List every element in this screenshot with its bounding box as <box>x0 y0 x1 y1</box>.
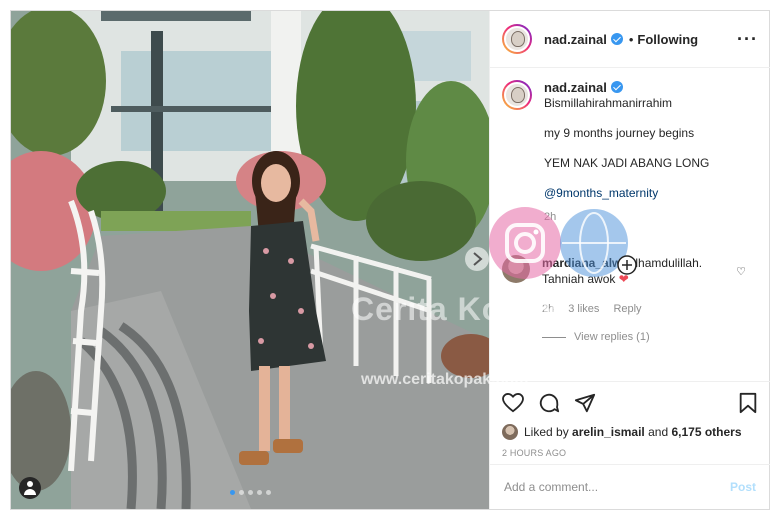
comment-time[interactable]: 2h <box>542 301 554 317</box>
carousel-dot <box>238 490 244 495</box>
instagram-post-modal: nad.zainal • Following ··· nad.zainal Bi… <box>10 10 770 510</box>
share-icon[interactable] <box>574 392 596 414</box>
caption-line: my 9 months journey begins <box>544 126 695 140</box>
comments-section[interactable]: nad.zainal Bismillahirahmanirrahim my 9 … <box>490 68 770 370</box>
caption: nad.zainal Bismillahirahmanirrahim my 9 … <box>502 80 756 225</box>
likes-count[interactable]: 6,175 others <box>671 425 741 439</box>
liked-by-and: and <box>648 425 669 439</box>
add-comment-bar: Post <box>490 464 770 509</box>
separator-dot: • <box>628 31 634 47</box>
post-side-panel: nad.zainal • Following ··· nad.zainal Bi… <box>489 11 770 509</box>
like-heart-icon[interactable] <box>502 393 524 413</box>
replies-divider <box>542 336 566 338</box>
comment-item: mardiana_alwi Alhamdulillah. Tahniah awo… <box>502 255 756 317</box>
comment-likes[interactable]: 3 likes <box>568 301 599 317</box>
more-options-icon[interactable]: ··· <box>737 29 758 50</box>
liked-by: Liked by arelin_ismail and 6,175 others <box>502 424 758 440</box>
liker-avatar[interactable] <box>502 424 518 440</box>
caption-username[interactable]: nad.zainal <box>544 80 607 95</box>
post-timestamp[interactable]: 2 HOURS AGO <box>502 448 758 458</box>
liker-username[interactable]: arelin_ismail <box>572 425 645 439</box>
commenter-avatar[interactable] <box>502 255 530 283</box>
caption-mention-link[interactable]: @9months_maternity <box>544 186 709 201</box>
carousel-dot <box>265 490 271 495</box>
caption-line: YEM NAK JADI ABANG LONG <box>544 156 710 170</box>
post-comment-button[interactable]: Post <box>730 480 756 494</box>
carousel-dot <box>256 490 262 495</box>
post-photo[interactable] <box>11 11 489 509</box>
caption-time[interactable]: 2h <box>544 210 709 225</box>
liked-by-prefix: Liked by <box>524 425 569 439</box>
carousel-dot-active <box>229 490 235 495</box>
caption-line: Bismillahirahmanirrahim <box>544 96 673 110</box>
tagged-users-icon[interactable] <box>19 477 41 499</box>
verified-badge-icon <box>610 81 623 93</box>
post-actions: Liked by arelin_ismail and 6,175 others … <box>490 381 770 458</box>
carousel-indicator <box>11 490 489 495</box>
view-replies-label[interactable]: View replies (1) <box>574 331 650 343</box>
following-button[interactable]: Following <box>637 32 698 47</box>
author-username[interactable]: nad.zainal <box>544 32 607 47</box>
commenter-username[interactable]: mardiana_alwi <box>542 256 625 270</box>
caption-author-avatar[interactable] <box>502 80 532 110</box>
carousel-dot <box>247 490 253 495</box>
post-header: nad.zainal • Following ··· <box>490 11 770 68</box>
author-avatar[interactable] <box>502 24 532 54</box>
photo-illustration <box>11 11 489 509</box>
comment-icon[interactable] <box>538 392 560 414</box>
view-replies-button[interactable]: View replies (1) <box>502 331 756 343</box>
heart-emoji: ❤ <box>618 272 629 286</box>
bookmark-icon[interactable] <box>738 392 758 414</box>
verified-badge-icon <box>610 33 623 45</box>
comment-like-heart-icon[interactable]: ♡ <box>736 265 746 278</box>
reply-button[interactable]: Reply <box>613 301 641 317</box>
comment-input[interactable] <box>504 480 730 494</box>
